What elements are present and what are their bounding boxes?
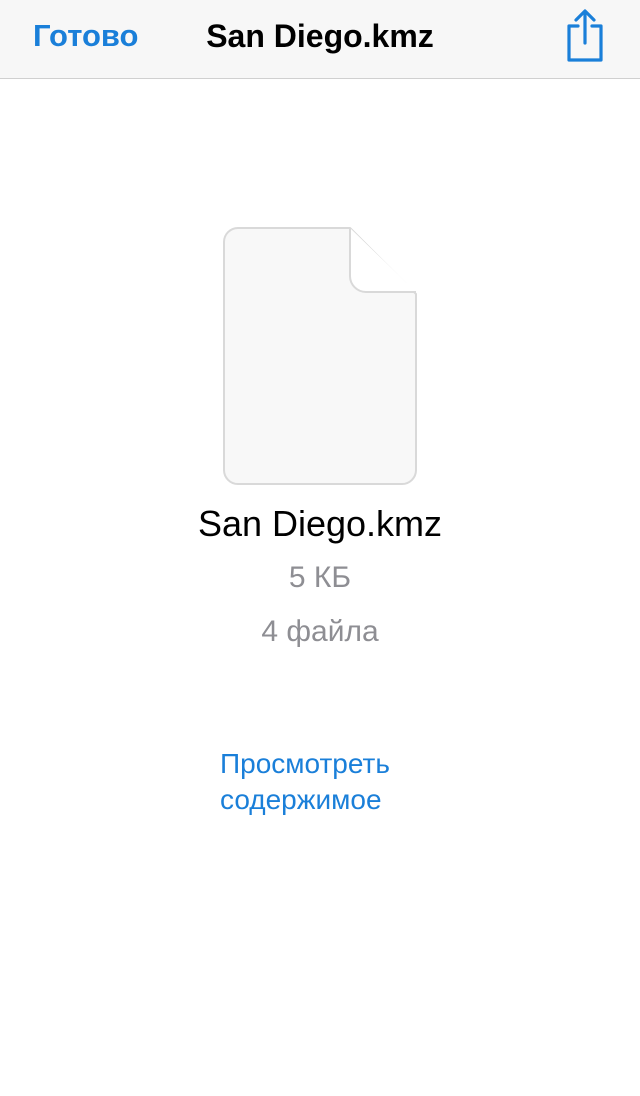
file-preview-screen: Готово San Diego.kmz San Diego.kmz 5 КБ … xyxy=(0,0,640,1096)
file-icon-container xyxy=(222,226,418,486)
done-button[interactable]: Готово xyxy=(33,16,139,56)
file-size: 5 КБ xyxy=(288,561,352,594)
view-contents-link[interactable]: Просмотреть содержимое xyxy=(220,746,460,818)
view-contents-line-1: Просмотреть xyxy=(220,748,390,779)
share-button[interactable] xyxy=(558,4,612,64)
nav-title: San Diego.kmz xyxy=(206,18,434,54)
share-icon xyxy=(567,9,603,62)
file-name: San Diego.kmz xyxy=(197,503,443,544)
view-contents-line-2: содержимое xyxy=(220,784,382,815)
file-count: 4 файла xyxy=(261,615,379,648)
document-icon xyxy=(223,227,417,485)
navigation-bar: Готово San Diego.kmz xyxy=(0,0,640,79)
